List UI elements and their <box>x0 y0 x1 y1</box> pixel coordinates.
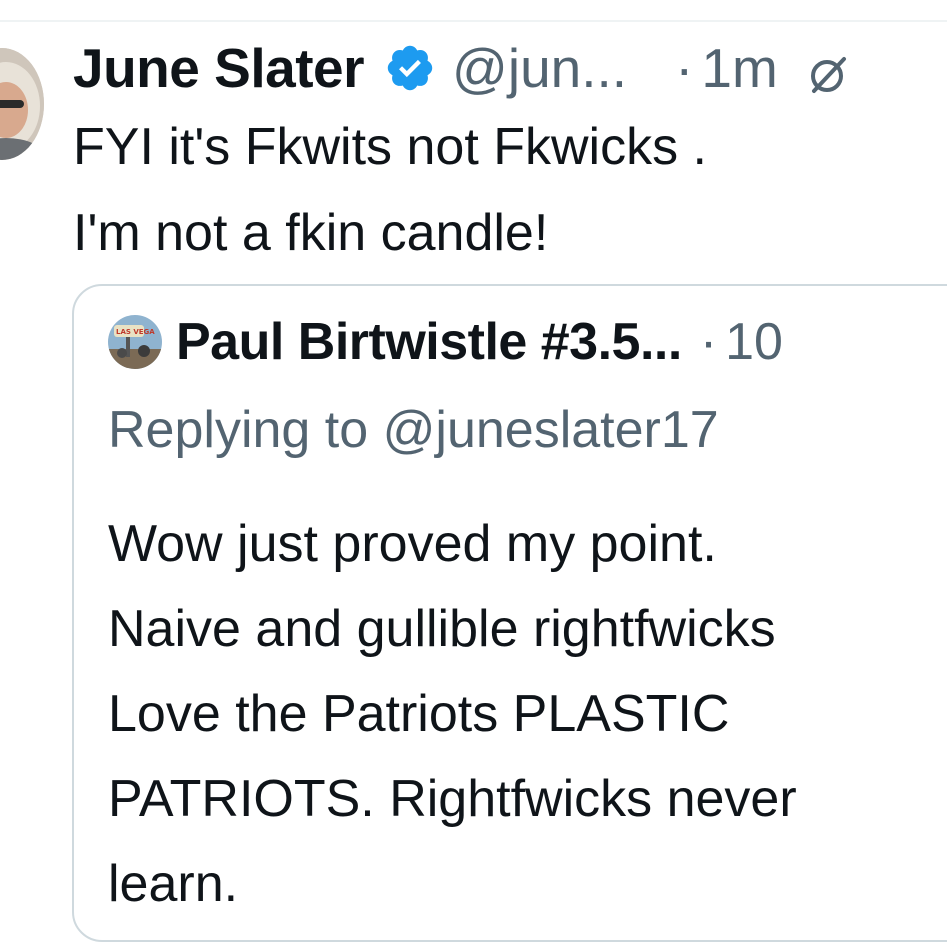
tweet-text: FYI it's Fkwits not Fkwicks . I'm not a … <box>73 104 933 276</box>
author-avatar[interactable] <box>0 48 44 160</box>
timestamp[interactable]: 1m <box>701 36 777 100</box>
avatar-sign-text: LAS VEGA <box>116 328 155 336</box>
divider <box>0 20 947 22</box>
tweet-text-line: I'm not a fkin candle! <box>73 204 549 262</box>
quoted-tweet-card[interactable]: LAS VEGA Paul Birtwistle #3.5... · 10 Re… <box>72 284 947 942</box>
author-name[interactable]: June Slater <box>73 36 365 100</box>
quoted-author-avatar[interactable]: LAS VEGA <box>108 315 162 369</box>
quoted-text-line: PATRIOTS. Rightfwicks never <box>108 770 797 828</box>
quoted-text-line: Love the Patriots PLASTIC <box>108 685 730 743</box>
grok-icon[interactable] <box>806 46 850 93</box>
separator-dot: · <box>675 37 694 99</box>
quoted-text-line: Naive and gullible rightfwicks <box>108 600 776 658</box>
quoted-tweet-text: Wow just proved my point. Naive and gull… <box>108 502 797 927</box>
author-handle[interactable]: @jun... <box>452 36 627 100</box>
quoted-timestamp[interactable]: 10 <box>725 312 783 372</box>
tweet-header: June Slater @jun... · 1m <box>73 36 850 100</box>
replying-to[interactable]: Replying to @juneslater17 <box>108 398 719 462</box>
verified-badge-icon <box>384 42 436 94</box>
tweet-screenshot: June Slater @jun... · 1m FYI it's Fkwits… <box>0 0 947 947</box>
quoted-text-line: Wow just proved my point. <box>108 515 717 573</box>
quoted-author-name[interactable]: Paul Birtwistle #3.5... <box>176 312 682 372</box>
separator-dot: · <box>699 313 718 371</box>
tweet-text-line: FYI it's Fkwits not Fkwicks . <box>73 118 707 176</box>
quoted-text-line: learn. <box>108 855 239 913</box>
quoted-tweet-header: LAS VEGA Paul Birtwistle #3.5... · 10 <box>108 310 783 374</box>
